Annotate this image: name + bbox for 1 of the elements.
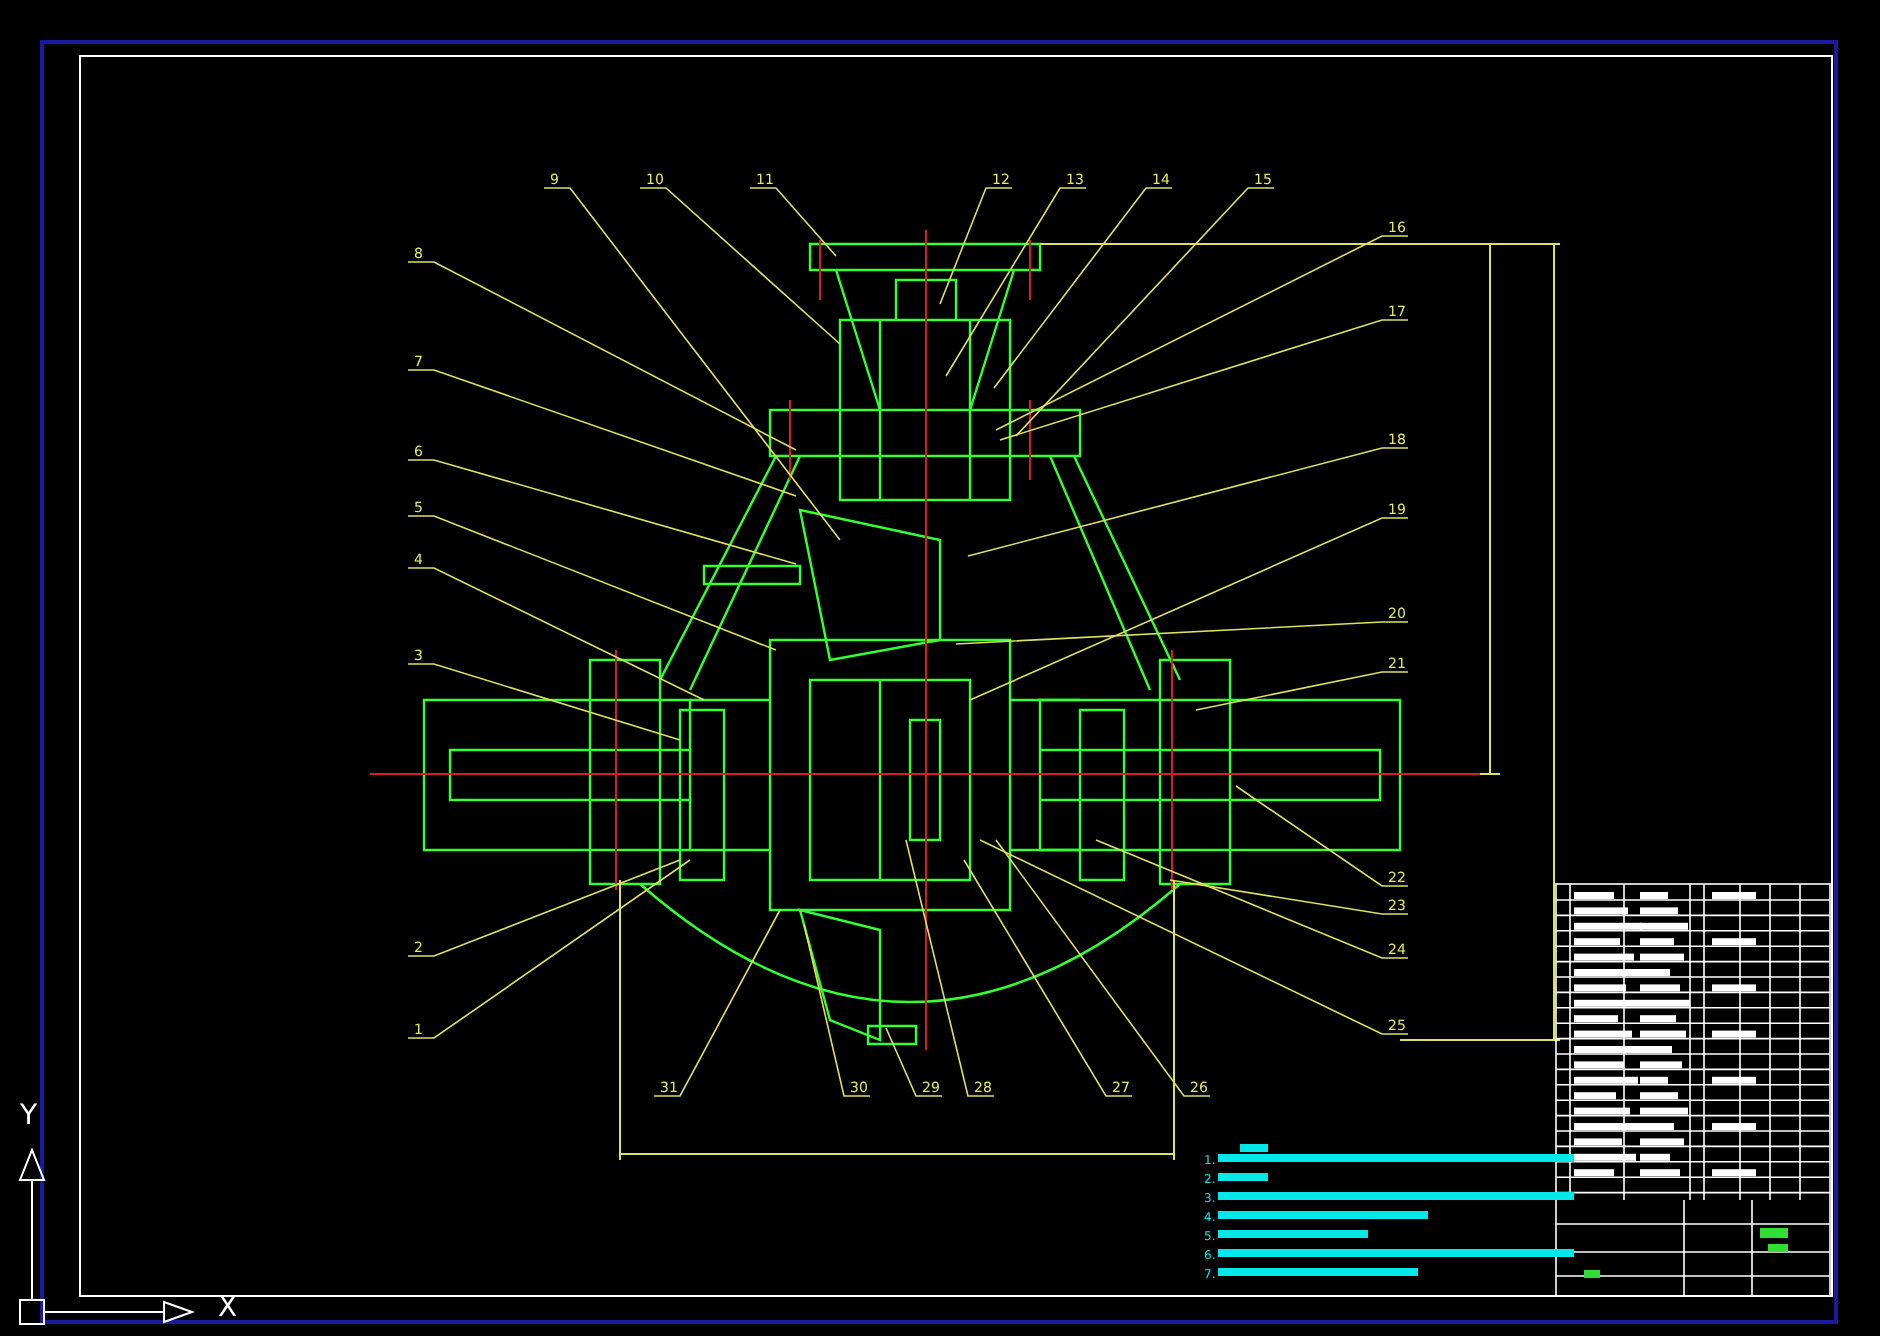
y-axis-label: Y <box>20 1100 38 1132</box>
